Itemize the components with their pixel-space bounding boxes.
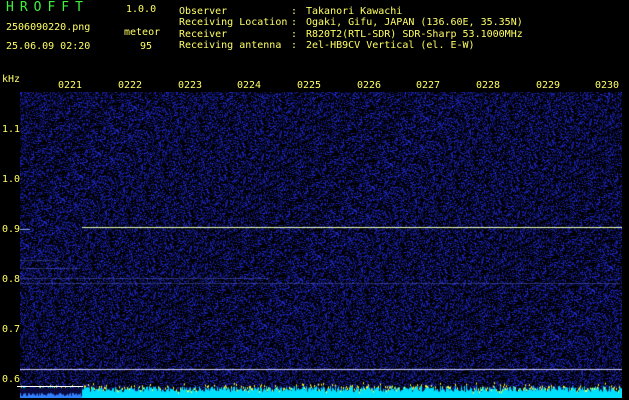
antenna-colon: : — [291, 40, 298, 51]
observer-colon: : — [291, 6, 298, 17]
x-tick-0228: 0228 — [476, 80, 501, 91]
x-tick-0224: 0224 — [237, 80, 262, 91]
spectrogram-canvas — [20, 92, 622, 398]
app-title: HROFFT — [6, 0, 89, 15]
cursor-line — [17, 386, 83, 387]
receiver-label: Receiver — [179, 29, 228, 40]
y-tick-0-9: 0.9 — [2, 224, 21, 235]
frequency-unit: kHz — [2, 74, 21, 85]
y-tick-1-0: 1.0 — [2, 174, 21, 185]
x-tick-0230: 0230 — [595, 80, 620, 91]
y-tick-0-6: 0.6 — [2, 374, 21, 385]
hrofft-window: HROFFT 1.0.0 2506090220.png 25.06.09 02:… — [0, 0, 629, 400]
observer-value: Takanori Kawachi — [306, 6, 403, 17]
y-tick-0-8: 0.8 — [2, 274, 21, 285]
antenna-label: Receiving antenna — [179, 40, 282, 51]
x-tick-0229: 0229 — [536, 80, 561, 91]
observer-label: Observer — [179, 6, 228, 17]
receiver-value: R820T2(RTL-SDR) SDR-Sharp 53.1000MHz — [306, 29, 523, 40]
observation-datetime: 25.06.09 02:20 — [6, 41, 91, 52]
image-filename: 2506090220.png — [6, 22, 91, 33]
x-tick-0221: 0221 — [58, 80, 83, 91]
x-tick-0225: 0225 — [297, 80, 322, 91]
x-tick-0226: 0226 — [357, 80, 382, 91]
antenna-value: 2el-HB9CV Vertical (el. E-W) — [306, 40, 475, 51]
meteor-label: meteor — [124, 27, 161, 38]
meteor-count: 95 — [140, 41, 153, 52]
y-tick-1-1: 1.1 — [2, 124, 21, 135]
app-version: 1.0.0 — [126, 4, 157, 15]
y-tick-0-7: 0.7 — [2, 324, 21, 335]
x-tick-0222: 0222 — [118, 80, 143, 91]
x-tick-0227: 0227 — [416, 80, 441, 91]
receiver-colon: : — [291, 29, 298, 40]
location-value: Ogaki, Gifu, JAPAN (136.60E, 35.35N) — [306, 17, 523, 28]
location-label: Receiving Location — [179, 17, 288, 28]
location-colon: : — [291, 17, 298, 28]
x-tick-0223: 0223 — [178, 80, 203, 91]
